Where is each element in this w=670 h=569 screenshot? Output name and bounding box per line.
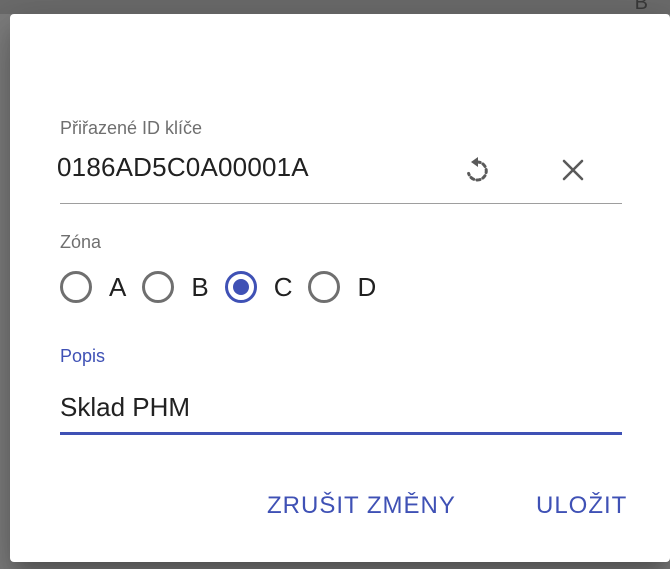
- backdrop-letter: B: [634, 0, 648, 14]
- radio-button-selected[interactable]: [224, 271, 257, 303]
- key-id-underline: [60, 203, 622, 204]
- zone-option-c[interactable]: C: [224, 271, 293, 303]
- zone-radio-group: A B C D: [60, 271, 392, 303]
- zone-option-label: A: [109, 271, 127, 302]
- regenerate-icon: [461, 154, 493, 191]
- zone-option-d[interactable]: D: [308, 271, 376, 303]
- backdrop: [0, 0, 670, 14]
- radio-selected-dot: [232, 279, 249, 295]
- zone-option-b[interactable]: B: [142, 271, 209, 303]
- key-id-value: 0186AD5C0A00001A: [57, 152, 309, 182]
- zone-option-a[interactable]: A: [60, 271, 126, 303]
- zone-option-label: D: [357, 271, 377, 302]
- regenerate-id-button[interactable]: [457, 152, 497, 192]
- save-button[interactable]: ULOŽIT: [536, 492, 627, 520]
- radio-button[interactable]: [308, 271, 341, 303]
- key-id-label: Přiřazené ID klíče: [60, 118, 203, 138]
- zone-option-label: B: [191, 271, 209, 302]
- zone-option-label: C: [273, 271, 293, 302]
- radio-button[interactable]: [60, 271, 92, 303]
- edit-key-dialog: Přiřazené ID klíče 0186AD5C0A00001A Zóna…: [10, 14, 670, 562]
- discard-changes-button[interactable]: ZRUŠIT ZMĚNY: [267, 492, 456, 520]
- radio-button[interactable]: [142, 271, 175, 303]
- clear-id-button[interactable]: [553, 152, 593, 192]
- description-underline-focused: [60, 432, 622, 435]
- zone-label: Zóna: [60, 232, 102, 252]
- description-label: Popis: [60, 346, 106, 366]
- description-input[interactable]: [60, 382, 622, 432]
- close-icon: [561, 158, 585, 187]
